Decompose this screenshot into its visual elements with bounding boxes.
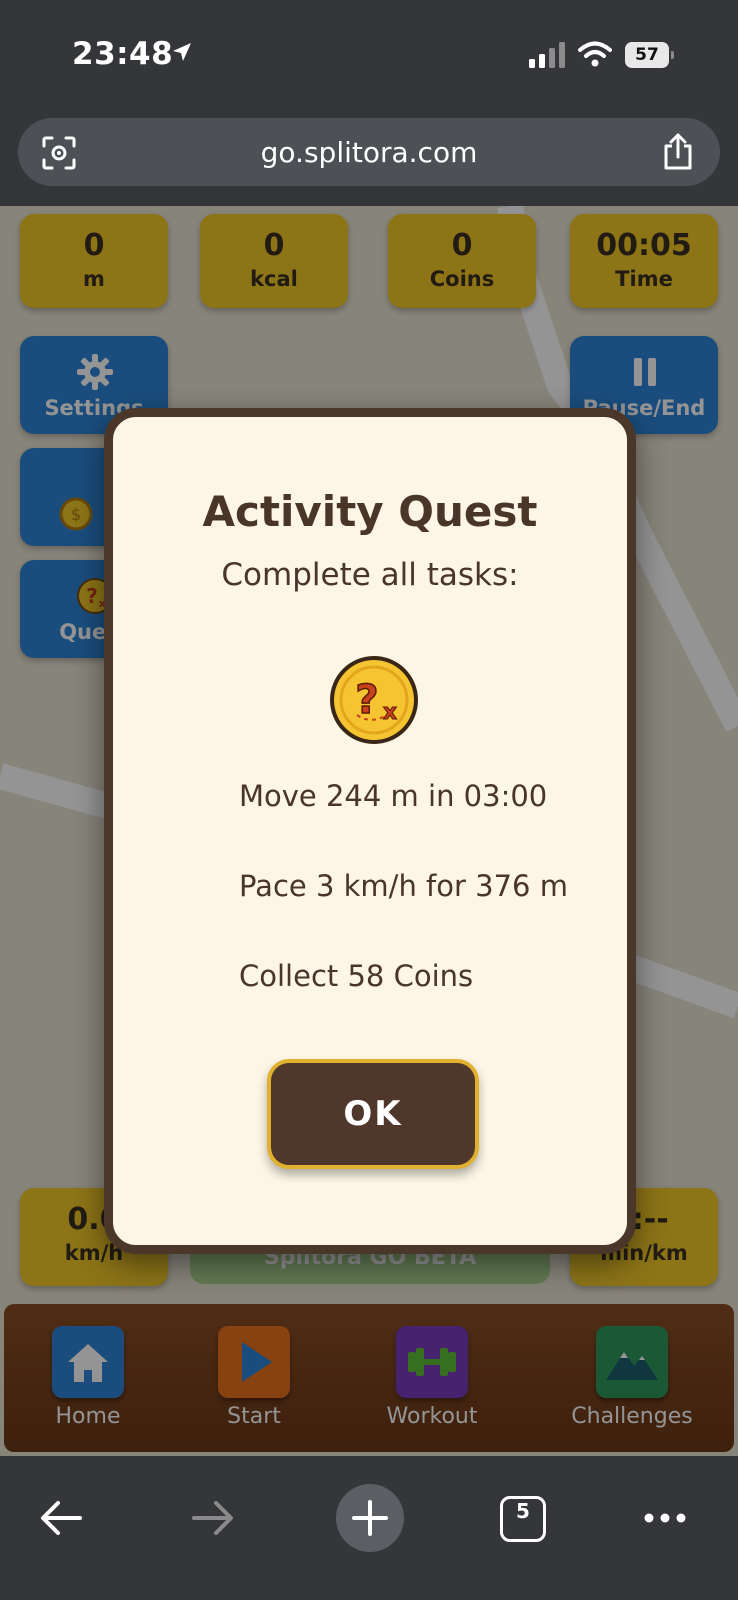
more-menu-icon[interactable] — [642, 1510, 688, 1526]
forward-arrow-icon[interactable] — [190, 1498, 236, 1538]
quest-coin-icon: ? x — [330, 656, 418, 744]
svg-text:?: ? — [355, 677, 378, 723]
cellular-signal-icon — [529, 42, 565, 68]
wifi-icon — [578, 41, 612, 67]
activity-quest-dialog: Activity Quest Complete all tasks: ? x M… — [104, 408, 636, 1254]
quest-task-2: Pace 3 km/h for 376 m — [239, 869, 568, 903]
new-tab-button[interactable] — [336, 1484, 404, 1552]
svg-text:x: x — [383, 700, 397, 725]
tab-switcher-button[interactable]: 5 — [500, 1496, 546, 1542]
status-bar: 23:48 57 — [0, 0, 738, 108]
quest-task-1: Move 244 m in 03:00 — [239, 779, 548, 813]
browser-address-area: go.splitora.com — [0, 108, 738, 206]
battery-level: 57 — [625, 42, 669, 68]
status-time: 23:48 — [72, 36, 174, 72]
quest-task-3: Collect 58 Coins — [239, 959, 474, 993]
browser-toolbar: 5 — [0, 1456, 738, 1600]
ok-button[interactable]: OK — [267, 1059, 479, 1169]
url-text: go.splitora.com — [260, 136, 478, 169]
address-bar[interactable]: go.splitora.com — [18, 118, 720, 186]
back-arrow-icon[interactable] — [38, 1498, 84, 1538]
dialog-subtitle: Complete all tasks: — [221, 557, 519, 593]
plus-icon — [352, 1500, 388, 1536]
battery-icon: 57 — [625, 42, 674, 68]
share-icon[interactable] — [660, 132, 696, 172]
location-arrow-icon — [173, 43, 191, 61]
dialog-title: Activity Quest — [202, 487, 538, 536]
